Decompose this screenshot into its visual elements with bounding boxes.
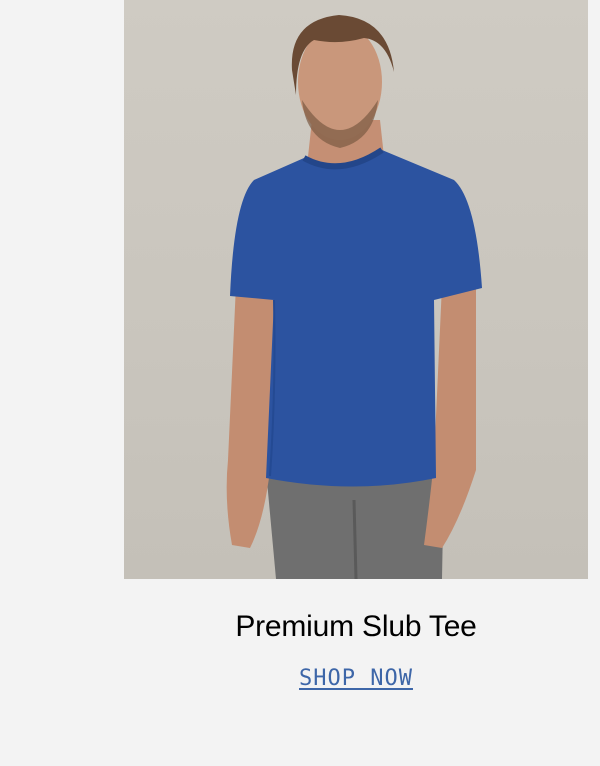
- model-photo-illustration: [226, 15, 482, 579]
- shop-now-container: SHOP NOW: [124, 666, 588, 691]
- product-title: Premium Slub Tee: [235, 610, 477, 643]
- shop-now-link[interactable]: SHOP NOW: [299, 666, 413, 691]
- product-image[interactable]: [124, 0, 588, 579]
